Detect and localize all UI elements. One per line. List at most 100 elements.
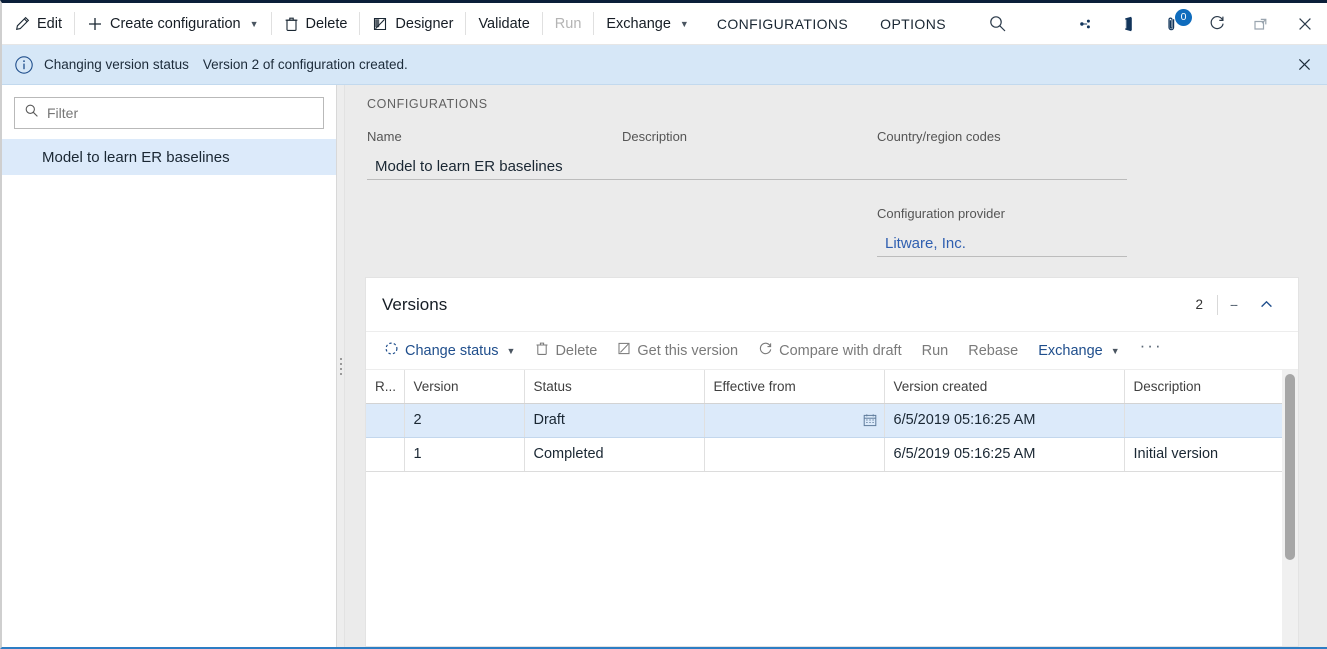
cell-version[interactable]: 2 xyxy=(404,403,524,437)
command-bar: Edit Create configuration ▼ Delete Desig… xyxy=(2,3,1327,45)
notification-close-icon[interactable] xyxy=(1281,45,1327,85)
attachments-icon[interactable]: 0 xyxy=(1151,3,1195,44)
run-button: Run xyxy=(543,3,594,44)
column-header-status[interactable]: Status xyxy=(524,370,704,403)
create-configuration-button[interactable]: Create configuration ▼ xyxy=(75,3,271,44)
cell-r[interactable] xyxy=(366,437,404,471)
notification-message: Version 2 of configuration created. xyxy=(203,57,408,72)
tab-configurations-label: CONFIGURATIONS xyxy=(717,16,848,32)
tab-options[interactable]: OPTIONS xyxy=(864,3,962,44)
calendar-icon[interactable] xyxy=(863,413,877,427)
column-header-description[interactable]: Description xyxy=(1124,370,1284,403)
search-input[interactable] xyxy=(47,105,314,121)
column-header-version-created[interactable]: Version created xyxy=(884,370,1124,403)
list-item-label: Model to learn ER baselines xyxy=(42,149,230,166)
cell-status[interactable]: Draft xyxy=(524,403,704,437)
close-icon[interactable] xyxy=(1283,3,1327,44)
compare-with-draft-label: Compare with draft xyxy=(779,343,902,359)
description-field-group: Description xyxy=(622,129,877,257)
chevron-down-icon: ▼ xyxy=(507,346,516,356)
column-header-version[interactable]: Version xyxy=(404,370,524,403)
column-header-effective-from[interactable]: Effective from xyxy=(704,370,884,403)
country-region-label: Country/region codes xyxy=(877,129,1127,144)
table-row[interactable]: 2 Draft 6/5/2019 05:16:25 AM xyxy=(366,403,1284,437)
rebase-button[interactable]: Rebase xyxy=(958,336,1028,366)
name-field[interactable]: Model to learn ER baselines xyxy=(367,154,622,180)
versions-header-controls: 2 -- xyxy=(1181,295,1284,315)
validate-label: Validate xyxy=(478,16,529,32)
versions-delete-button[interactable]: Delete xyxy=(525,336,607,366)
versions-card-header: Versions 2 -- xyxy=(366,278,1298,332)
attachments-badge: 0 xyxy=(1175,9,1192,26)
cell-effective-from-value xyxy=(705,412,714,428)
pencil-icon xyxy=(14,16,30,32)
compare-with-draft-button[interactable]: Compare with draft xyxy=(748,336,912,366)
page-title: CONFIGURATIONS xyxy=(367,97,1327,111)
info-icon xyxy=(14,55,34,75)
chevron-up-icon[interactable] xyxy=(1249,297,1284,312)
cell-version-created[interactable]: 6/5/2019 05:16:25 AM xyxy=(884,403,1124,437)
list-item[interactable]: Model to learn ER baselines xyxy=(2,139,336,175)
country-region-field[interactable] xyxy=(877,154,1127,180)
versions-run-button[interactable]: Run xyxy=(912,336,959,366)
configuration-provider-field[interactable]: Litware, Inc. xyxy=(877,231,1127,257)
designer-icon xyxy=(372,16,388,32)
chevron-down-icon: ▼ xyxy=(680,19,689,29)
configuration-form: CONFIGURATIONS Name Model to learn ER ba… xyxy=(345,85,1327,257)
cell-status[interactable]: Completed xyxy=(524,437,704,471)
versions-delete-label: Delete xyxy=(555,343,597,359)
tab-options-label: OPTIONS xyxy=(880,16,946,32)
exchange-button[interactable]: Exchange ▼ xyxy=(594,3,700,44)
compare-icon xyxy=(758,341,773,360)
filter-box[interactable] xyxy=(14,97,324,129)
search-icon[interactable] xyxy=(976,3,1020,44)
tab-configurations[interactable]: CONFIGURATIONS xyxy=(701,3,864,44)
configurations-list-pane: Model to learn ER baselines xyxy=(2,85,337,647)
table-row[interactable]: 1 Completed 6/5/2019 05:16:25 AM Initial… xyxy=(366,437,1284,471)
versions-overflow-button[interactable]: ··· xyxy=(1130,336,1173,366)
versions-overflow-label: ··· xyxy=(1140,336,1163,356)
cell-r[interactable] xyxy=(366,403,404,437)
cell-description[interactable] xyxy=(1124,403,1284,437)
command-bar-spacer xyxy=(1020,3,1063,44)
scrollbar-thumb[interactable] xyxy=(1285,374,1295,560)
field-row: Name Model to learn ER baselines Descrip… xyxy=(367,129,1327,257)
versions-card: Versions 2 -- Cha xyxy=(365,277,1299,647)
cell-version-created[interactable]: 6/5/2019 05:16:25 AM xyxy=(884,437,1124,471)
versions-exchange-button[interactable]: Exchange ▼ xyxy=(1028,336,1129,366)
description-field[interactable] xyxy=(622,154,877,180)
popout-icon[interactable] xyxy=(1239,3,1283,44)
name-field-group: Name Model to learn ER baselines xyxy=(367,129,622,257)
pane-splitter[interactable] xyxy=(337,85,345,647)
versions-title: Versions xyxy=(382,295,447,315)
validate-button[interactable]: Validate xyxy=(466,3,541,44)
grid-empty-area xyxy=(366,472,1282,647)
refresh-icon[interactable] xyxy=(1195,3,1239,44)
cell-description[interactable]: Initial version xyxy=(1124,437,1284,471)
rebase-label: Rebase xyxy=(968,343,1018,359)
versions-collapse-dash[interactable]: -- xyxy=(1218,297,1249,312)
get-this-version-label: Get this version xyxy=(637,343,738,359)
cell-effective-from[interactable] xyxy=(704,403,884,437)
cell-effective-from[interactable] xyxy=(704,437,884,471)
filter-container xyxy=(2,97,336,139)
cell-version[interactable]: 1 xyxy=(404,437,524,471)
column-header-r[interactable]: R... xyxy=(366,370,404,403)
edit-button[interactable]: Edit xyxy=(2,3,74,44)
versions-count: 2 xyxy=(1181,297,1217,312)
get-this-version-button[interactable]: Get this version xyxy=(607,336,748,366)
description-label: Description xyxy=(622,129,877,144)
versions-toolbar: Change status ▼ Delete Get this vers xyxy=(366,332,1298,370)
change-status-button[interactable]: Change status ▼ xyxy=(374,336,525,366)
splitter-grip-icon xyxy=(340,358,342,375)
grid-vertical-scrollbar[interactable] xyxy=(1282,370,1298,646)
delete-button[interactable]: Delete xyxy=(272,3,360,44)
versions-grid-wrapper: R... Version Status Effective from Versi… xyxy=(366,370,1298,646)
exchange-label: Exchange xyxy=(606,16,671,32)
delete-label: Delete xyxy=(306,16,348,32)
chevron-down-icon: ▼ xyxy=(250,19,259,29)
settings-gear-icon[interactable] xyxy=(1063,3,1107,44)
office-app-icon[interactable] xyxy=(1107,3,1151,44)
designer-button[interactable]: Designer xyxy=(360,3,465,44)
versions-table: R... Version Status Effective from Versi… xyxy=(366,370,1285,472)
